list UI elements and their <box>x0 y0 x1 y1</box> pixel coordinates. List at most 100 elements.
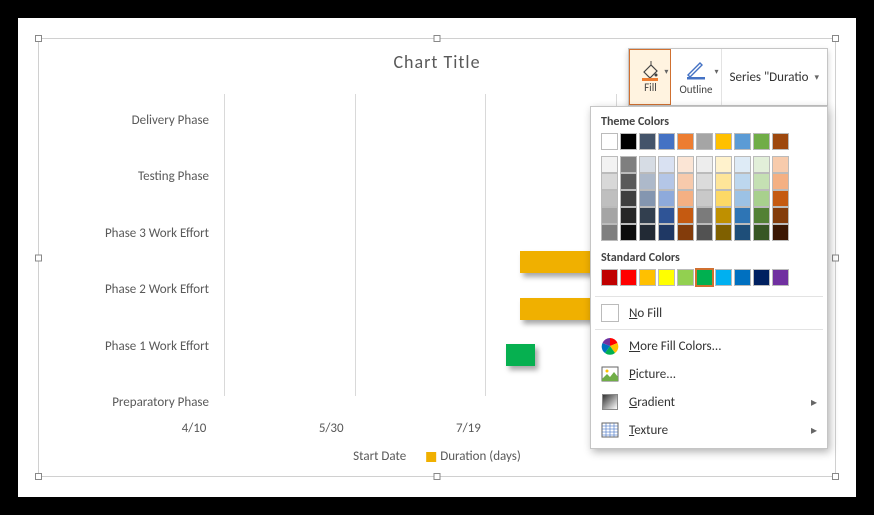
color-swatch[interactable] <box>620 269 637 286</box>
color-swatch[interactable] <box>620 190 637 207</box>
color-swatch[interactable] <box>658 269 675 286</box>
color-swatch[interactable] <box>772 190 789 207</box>
color-swatch[interactable] <box>715 190 732 207</box>
color-swatch[interactable] <box>677 156 694 173</box>
chevron-down-icon: ▾ <box>814 72 819 83</box>
color-swatch[interactable] <box>677 207 694 224</box>
color-swatch[interactable] <box>734 269 751 286</box>
data-bar[interactable] <box>506 344 535 366</box>
color-swatch[interactable] <box>772 133 789 150</box>
theme-color-row <box>591 133 827 156</box>
color-swatch[interactable] <box>639 207 656 224</box>
outline-button[interactable]: ▾ Outline <box>671 49 721 105</box>
color-swatch[interactable] <box>696 173 713 190</box>
color-swatch[interactable] <box>620 224 637 241</box>
color-swatch[interactable] <box>734 133 751 150</box>
color-swatch[interactable] <box>772 269 789 286</box>
resize-handle[interactable] <box>832 254 839 261</box>
color-swatch[interactable] <box>715 173 732 190</box>
color-swatch[interactable] <box>620 207 637 224</box>
resize-handle[interactable] <box>35 473 42 480</box>
color-swatch[interactable] <box>734 173 751 190</box>
standard-colors-label: Standard Colors <box>591 249 827 269</box>
color-swatch[interactable] <box>734 207 751 224</box>
color-swatch[interactable] <box>734 156 751 173</box>
texture-icon <box>601 421 619 439</box>
chart-legend[interactable]: Start Date Duration (days) <box>353 449 521 464</box>
color-swatch[interactable] <box>753 190 770 207</box>
resize-handle[interactable] <box>35 254 42 261</box>
color-swatch[interactable] <box>658 190 675 207</box>
color-swatch[interactable] <box>753 224 770 241</box>
color-swatch[interactable] <box>658 207 675 224</box>
color-swatch[interactable] <box>677 190 694 207</box>
color-swatch[interactable] <box>753 269 770 286</box>
legend-item: Start Date <box>353 449 406 464</box>
more-fill-colors-item[interactable]: More Fill Colors... <box>591 332 827 360</box>
color-swatch[interactable] <box>772 224 789 241</box>
color-swatch[interactable] <box>715 156 732 173</box>
color-swatch[interactable] <box>601 207 618 224</box>
color-swatch[interactable] <box>601 156 618 173</box>
no-fill-item[interactable]: No Fill <box>591 299 827 327</box>
resize-handle[interactable] <box>832 35 839 42</box>
resize-handle[interactable] <box>434 473 441 480</box>
color-swatch[interactable] <box>715 224 732 241</box>
color-swatch[interactable] <box>677 224 694 241</box>
color-swatch[interactable] <box>601 173 618 190</box>
submenu-arrow-icon: ▸ <box>811 423 817 438</box>
legend-item: Duration (days) <box>426 449 521 464</box>
color-swatch[interactable] <box>696 269 713 286</box>
submenu-arrow-icon: ▸ <box>811 395 817 410</box>
color-swatch[interactable] <box>639 224 656 241</box>
color-swatch[interactable] <box>696 133 713 150</box>
series-selector[interactable]: Series "Duratio ▾ <box>722 49 828 105</box>
color-swatch[interactable] <box>696 156 713 173</box>
color-swatch[interactable] <box>620 173 637 190</box>
color-swatch[interactable] <box>658 133 675 150</box>
color-swatch[interactable] <box>677 173 694 190</box>
color-swatch[interactable] <box>601 269 618 286</box>
color-swatch[interactable] <box>696 224 713 241</box>
color-swatch[interactable] <box>772 173 789 190</box>
color-swatch[interactable] <box>658 224 675 241</box>
standard-color-row <box>591 269 827 294</box>
color-swatch[interactable] <box>601 190 618 207</box>
color-swatch[interactable] <box>734 224 751 241</box>
color-swatch[interactable] <box>753 207 770 224</box>
resize-handle[interactable] <box>434 35 441 42</box>
texture-fill-item[interactable]: Texture ▸ <box>591 416 827 444</box>
color-swatch[interactable] <box>696 190 713 207</box>
color-swatch[interactable] <box>715 269 732 286</box>
color-swatch[interactable] <box>658 156 675 173</box>
color-swatch[interactable] <box>677 269 694 286</box>
fill-button[interactable]: ▾ Fill <box>629 49 671 105</box>
color-swatch[interactable] <box>639 269 656 286</box>
color-swatch[interactable] <box>753 156 770 173</box>
color-swatch[interactable] <box>677 133 694 150</box>
gradient-fill-item[interactable]: Gradient ▸ <box>591 388 827 416</box>
color-swatch[interactable] <box>639 190 656 207</box>
y-label: Preparatory Phase <box>69 394 219 412</box>
color-swatch[interactable] <box>753 173 770 190</box>
theme-tint-row <box>591 190 827 207</box>
chevron-down-icon: ▾ <box>664 67 668 77</box>
color-swatch[interactable] <box>601 133 618 150</box>
color-swatch[interactable] <box>772 207 789 224</box>
color-swatch[interactable] <box>639 173 656 190</box>
color-swatch[interactable] <box>753 133 770 150</box>
color-swatch[interactable] <box>734 190 751 207</box>
color-swatch[interactable] <box>620 156 637 173</box>
color-swatch[interactable] <box>715 207 732 224</box>
color-swatch[interactable] <box>601 224 618 241</box>
color-swatch[interactable] <box>772 156 789 173</box>
picture-fill-item[interactable]: Picture... <box>591 360 827 388</box>
color-swatch[interactable] <box>639 156 656 173</box>
color-swatch[interactable] <box>658 173 675 190</box>
resize-handle[interactable] <box>35 35 42 42</box>
color-swatch[interactable] <box>639 133 656 150</box>
color-swatch[interactable] <box>715 133 732 150</box>
color-swatch[interactable] <box>620 133 637 150</box>
resize-handle[interactable] <box>832 473 839 480</box>
color-swatch[interactable] <box>696 207 713 224</box>
